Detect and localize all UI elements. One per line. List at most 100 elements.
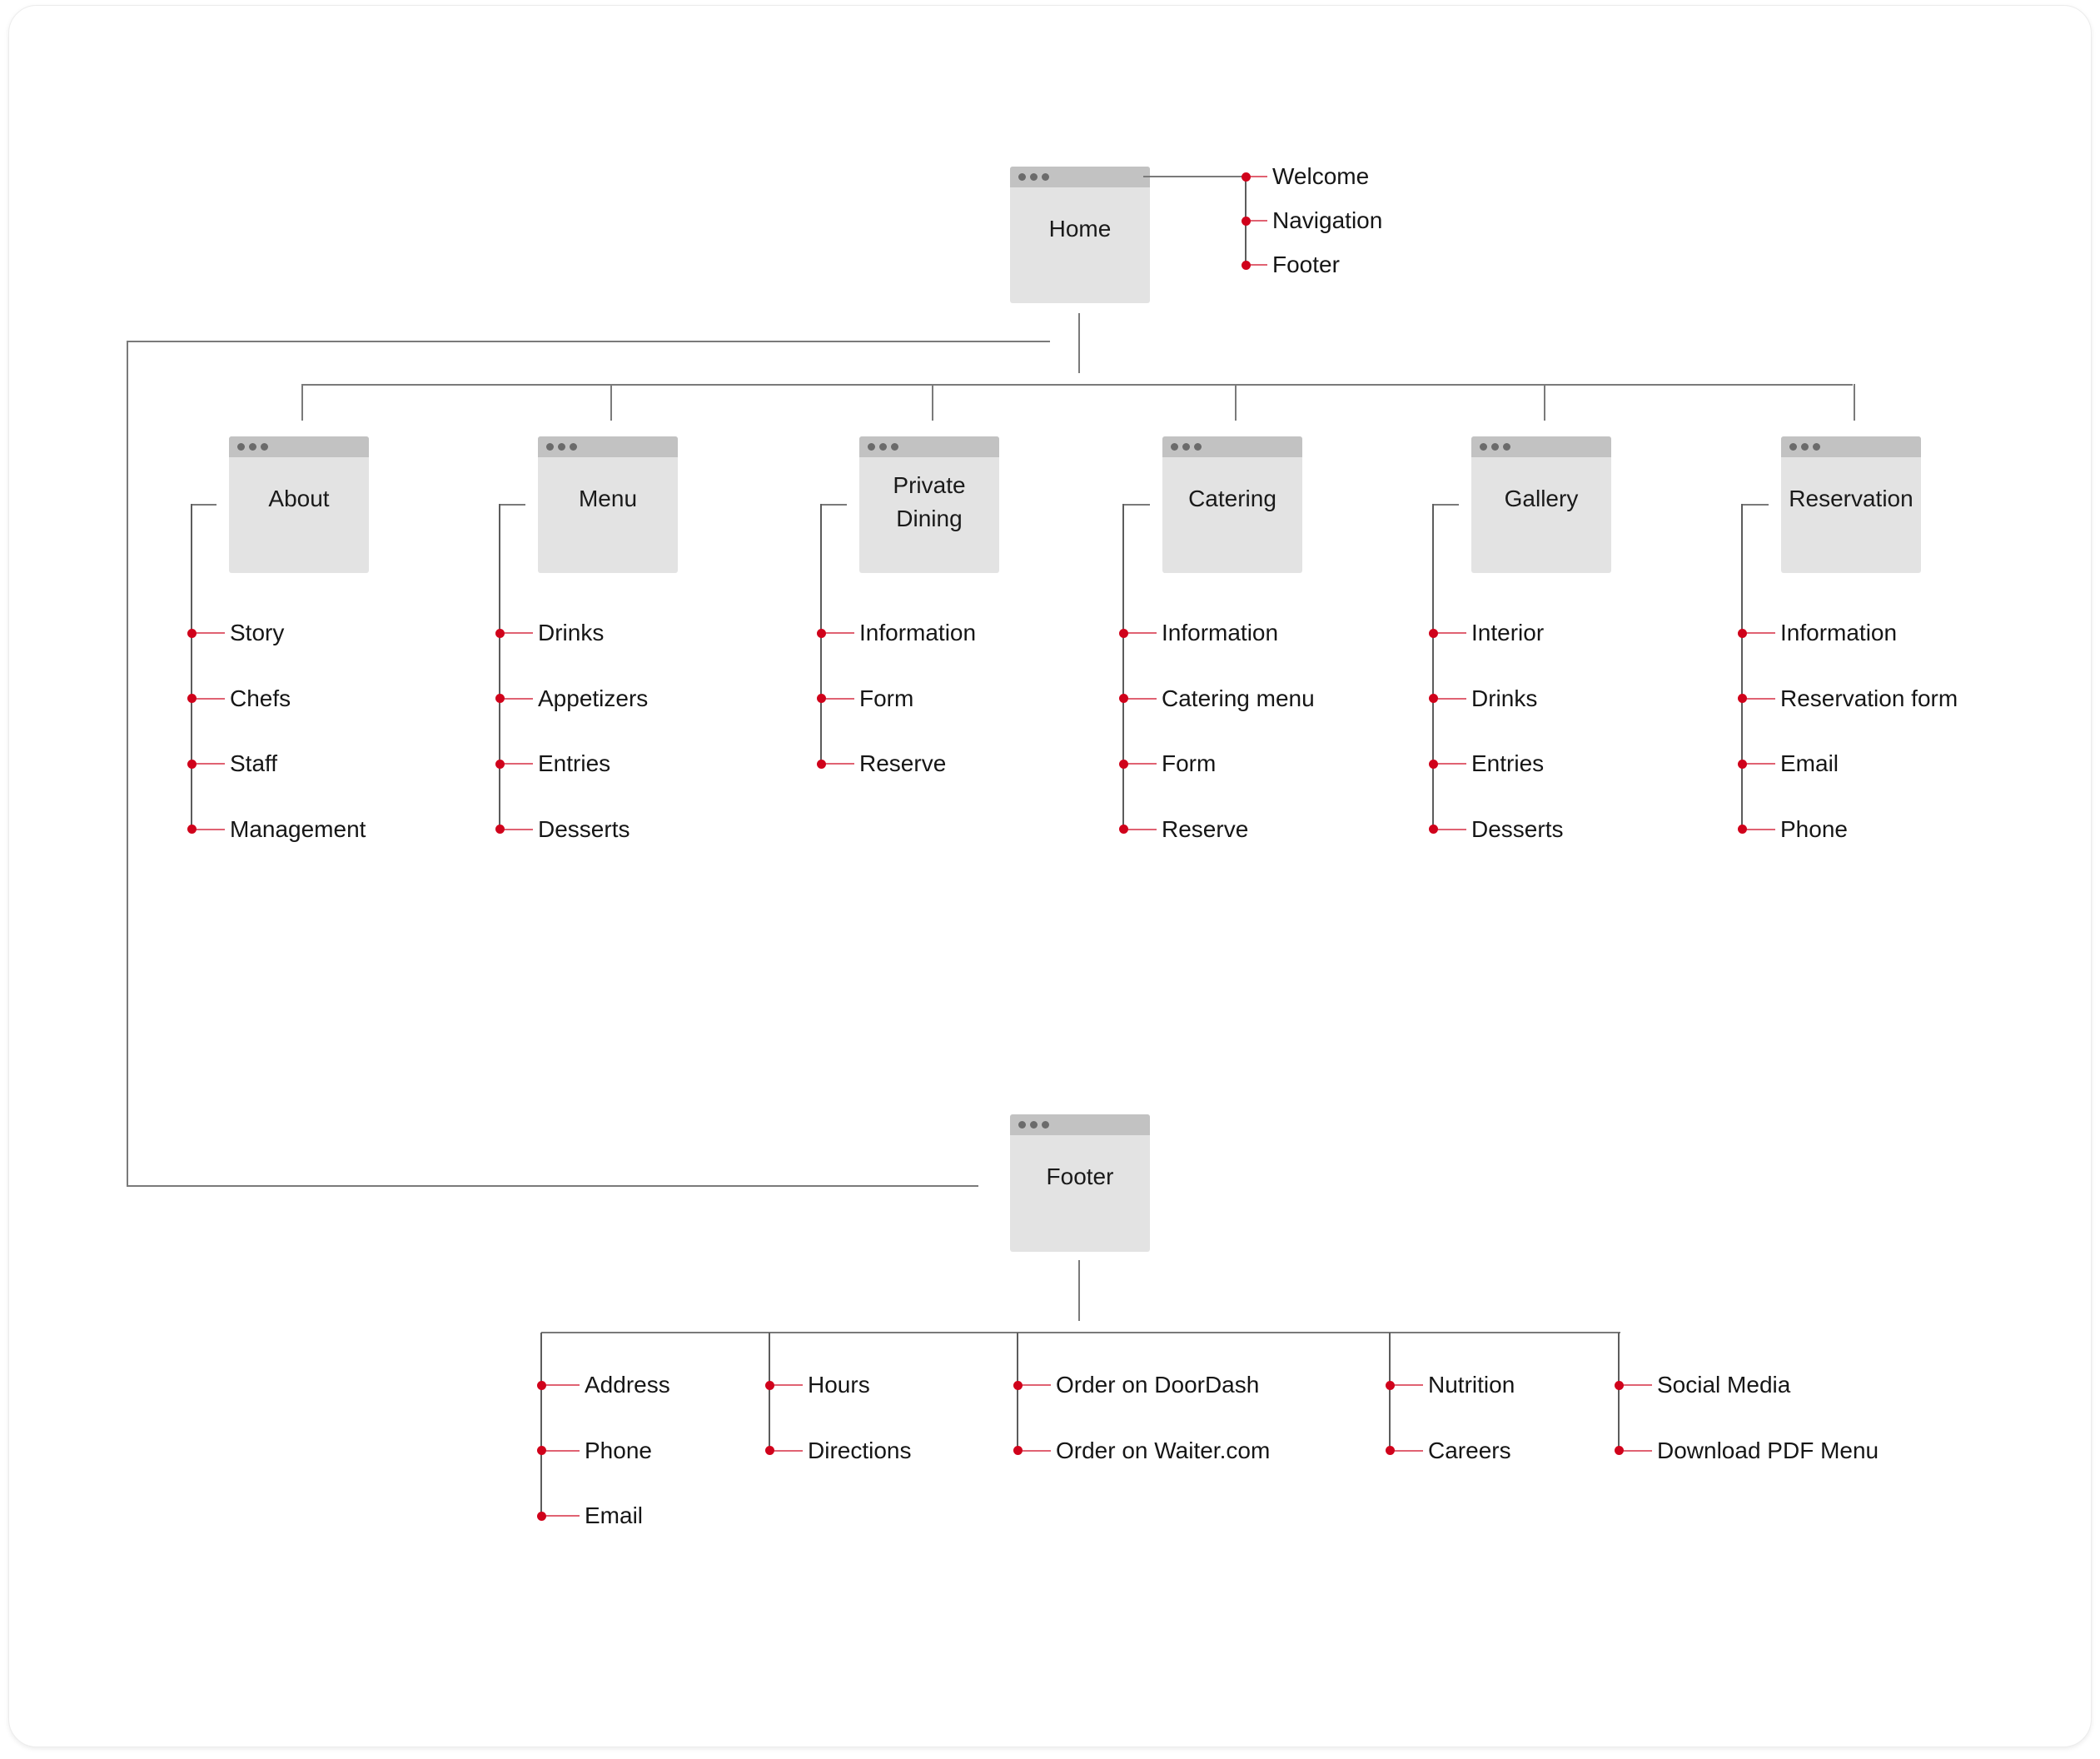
sitemap-node[interactable]: Drinks bbox=[495, 616, 604, 650]
node-connector bbox=[1438, 697, 1466, 700]
node-dot-icon bbox=[1119, 825, 1128, 834]
page-box-menu[interactable]: Menu bbox=[538, 436, 678, 573]
sitemap-node[interactable]: Information bbox=[817, 616, 976, 650]
page-box-catering[interactable]: Catering bbox=[1162, 436, 1302, 573]
page-box-footer[interactable]: Footer bbox=[1010, 1114, 1150, 1252]
node-connector bbox=[1624, 1449, 1652, 1452]
node-label: Story bbox=[230, 620, 285, 645]
page-label: Private Dining bbox=[859, 457, 999, 573]
sitemap-node[interactable]: Entries bbox=[495, 747, 610, 780]
window-dot-icon bbox=[879, 443, 887, 451]
sitemap-node[interactable]: Download PDF Menu bbox=[1615, 1434, 1879, 1467]
page-box-reservation[interactable]: Reservation bbox=[1781, 436, 1921, 573]
node-label: Email bbox=[1780, 750, 1839, 776]
node-label: Desserts bbox=[1471, 815, 1564, 842]
sitemap-node[interactable]: Entries bbox=[1429, 747, 1544, 780]
sitemap-node[interactable]: Appetizers bbox=[495, 682, 648, 715]
node-label: Desserts bbox=[538, 815, 630, 842]
node-connector bbox=[197, 828, 225, 830]
sitemap-node[interactable]: Desserts bbox=[495, 813, 630, 846]
sitemap-node[interactable]: Desserts bbox=[1429, 813, 1564, 846]
node-connector bbox=[505, 632, 533, 634]
sitemap-node[interactable]: Order on Waiter.com bbox=[1013, 1434, 1271, 1467]
window-titlebar bbox=[859, 436, 999, 457]
page-box-home[interactable]: Home bbox=[1010, 167, 1150, 303]
sitemap-node[interactable]: Story bbox=[187, 616, 285, 650]
window-dot-icon bbox=[546, 443, 554, 451]
node-dot-icon bbox=[1242, 260, 1251, 270]
sitemap-node[interactable]: Chefs bbox=[187, 682, 291, 715]
sitemap-node[interactable]: Form bbox=[1119, 747, 1216, 780]
page-label: Gallery bbox=[1504, 486, 1579, 511]
sitemap-node[interactable]: Drinks bbox=[1429, 682, 1537, 715]
sitemap-node[interactable]: Information bbox=[1119, 616, 1278, 650]
connector-line bbox=[821, 504, 847, 506]
sitemap-node[interactable]: Phone bbox=[1738, 813, 1848, 846]
connector-line bbox=[127, 341, 1050, 342]
sitemap-node[interactable]: Careers bbox=[1386, 1434, 1511, 1467]
window-dot-icon bbox=[1042, 1121, 1049, 1129]
node-dot-icon bbox=[1013, 1446, 1023, 1455]
page-box-about[interactable]: About bbox=[229, 436, 369, 573]
node-connector bbox=[1251, 176, 1267, 177]
page-label: Menu bbox=[578, 486, 638, 511]
connector-line bbox=[1078, 313, 1080, 373]
node-connector bbox=[826, 763, 854, 765]
node-dot-icon bbox=[495, 628, 505, 638]
sitemap-node[interactable]: Phone bbox=[537, 1434, 652, 1467]
connector-line bbox=[127, 1185, 978, 1187]
connector-line bbox=[301, 384, 303, 421]
window-dot-icon bbox=[261, 443, 268, 451]
page-label: Home bbox=[1048, 216, 1112, 242]
sitemap-node[interactable]: Nutrition bbox=[1386, 1368, 1515, 1402]
node-dot-icon bbox=[1615, 1446, 1624, 1455]
node-dot-icon bbox=[1242, 172, 1251, 182]
sitemap-node[interactable]: Welcome bbox=[1242, 160, 1369, 193]
sitemap-node[interactable]: Interior bbox=[1429, 616, 1544, 650]
node-label: Chefs bbox=[230, 685, 291, 711]
window-titlebar bbox=[1471, 436, 1611, 457]
sitemap-node[interactable]: Directions bbox=[765, 1434, 911, 1467]
window-dot-icon bbox=[1171, 443, 1178, 451]
sitemap-node[interactable]: Staff bbox=[187, 747, 277, 780]
node-dot-icon bbox=[537, 1511, 546, 1521]
node-connector bbox=[1624, 1384, 1652, 1386]
node-label: Social Media bbox=[1657, 1372, 1791, 1398]
sitemap-node[interactable]: Email bbox=[1738, 747, 1839, 780]
sitemap-node[interactable]: Order on DoorDash bbox=[1013, 1368, 1259, 1402]
sitemap-node[interactable]: Form bbox=[817, 682, 913, 715]
sitemap-node[interactable]: Catering menu bbox=[1119, 682, 1315, 715]
sitemap-node[interactable]: Address bbox=[537, 1368, 670, 1402]
node-connector bbox=[1128, 632, 1157, 634]
sitemap-node[interactable]: Information bbox=[1738, 616, 1897, 650]
window-dot-icon bbox=[1503, 443, 1510, 451]
sitemap-node[interactable]: Reservation form bbox=[1738, 682, 1958, 715]
connector-line bbox=[1854, 384, 1855, 421]
sitemap-node[interactable]: Reserve bbox=[1119, 813, 1249, 846]
connector-line bbox=[1742, 504, 1769, 506]
sitemap-node[interactable]: Social Media bbox=[1615, 1368, 1791, 1402]
node-label: Hours bbox=[808, 1372, 870, 1398]
connector-line bbox=[500, 504, 525, 506]
node-dot-icon bbox=[1119, 694, 1128, 703]
window-titlebar bbox=[1010, 167, 1150, 187]
sitemap-node[interactable]: Hours bbox=[765, 1368, 870, 1402]
node-connector bbox=[505, 697, 533, 700]
node-label: Reserve bbox=[859, 750, 947, 776]
page-box-gallery[interactable]: Gallery bbox=[1471, 436, 1611, 573]
sitemap-node[interactable]: Footer bbox=[1242, 248, 1340, 282]
sitemap-node[interactable]: Email bbox=[537, 1499, 643, 1532]
node-dot-icon bbox=[1013, 1380, 1023, 1390]
node-dot-icon bbox=[1119, 628, 1128, 638]
sitemap-node[interactable]: Management bbox=[187, 813, 366, 846]
node-label: Order on Waiter.com bbox=[1056, 1437, 1271, 1463]
sitemap-node[interactable]: Reserve bbox=[817, 747, 947, 780]
page-box-private-dining[interactable]: Private Dining bbox=[859, 436, 999, 573]
node-dot-icon bbox=[1738, 694, 1747, 703]
sitemap-node[interactable]: Navigation bbox=[1242, 204, 1383, 237]
node-dot-icon bbox=[765, 1446, 774, 1455]
window-dot-icon bbox=[1182, 443, 1190, 451]
node-label: Reserve bbox=[1162, 815, 1249, 842]
node-label: Navigation bbox=[1272, 207, 1383, 233]
node-connector bbox=[1438, 763, 1466, 765]
